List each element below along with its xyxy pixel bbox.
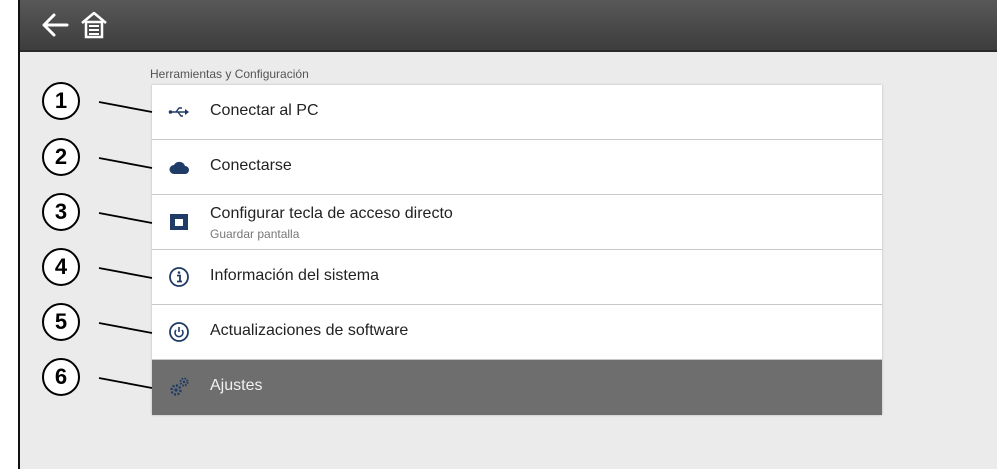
menu-item-system-info[interactable]: Información del sistema [152, 250, 882, 305]
menu-item-subtitle: Guardar pantalla [210, 227, 300, 241]
menu-item-title: Conectarse [210, 157, 292, 174]
section-label: Herramientas y Configuración [150, 67, 309, 81]
shortcut-key-icon [170, 214, 188, 230]
callout-badge-5: 5 [42, 303, 80, 341]
gears-icon [170, 377, 189, 396]
cloud-icon [169, 161, 189, 174]
usb-icon [168, 107, 189, 117]
callout-badge-4: 4 [42, 248, 80, 286]
back-arrow-icon[interactable] [40, 10, 70, 40]
top-toolbar [20, 0, 997, 52]
menu-item-title: Actualizaciones de software [210, 322, 409, 339]
menu-item-shortcut-key[interactable]: Configurar tecla de acceso directo Guard… [152, 195, 882, 250]
power-icon [169, 322, 189, 342]
menu-item-settings[interactable]: Ajustes [152, 360, 882, 415]
settings-menu-list: Conectar al PC Conectarse Configurar tec… [152, 85, 882, 415]
app-window: Herramientas y Configuración Conectar al… [18, 0, 997, 469]
menu-item-title: Información del sistema [210, 267, 379, 284]
menu-item-title: Ajustes [210, 377, 263, 394]
callout-badge-3: 3 [42, 193, 80, 231]
callout-badge-2: 2 [42, 138, 80, 176]
menu-item-software-updates[interactable]: Actualizaciones de software [152, 305, 882, 360]
info-icon [169, 267, 189, 287]
home-icon[interactable] [78, 9, 110, 41]
menu-item-connect[interactable]: Conectarse [152, 140, 882, 195]
menu-item-title: Configurar tecla de acceso directo [210, 205, 453, 222]
callout-badge-6: 6 [42, 358, 80, 396]
menu-item-title: Conectar al PC [210, 102, 319, 119]
callout-badge-1: 1 [42, 82, 80, 120]
menu-item-connect-pc[interactable]: Conectar al PC [152, 85, 882, 140]
